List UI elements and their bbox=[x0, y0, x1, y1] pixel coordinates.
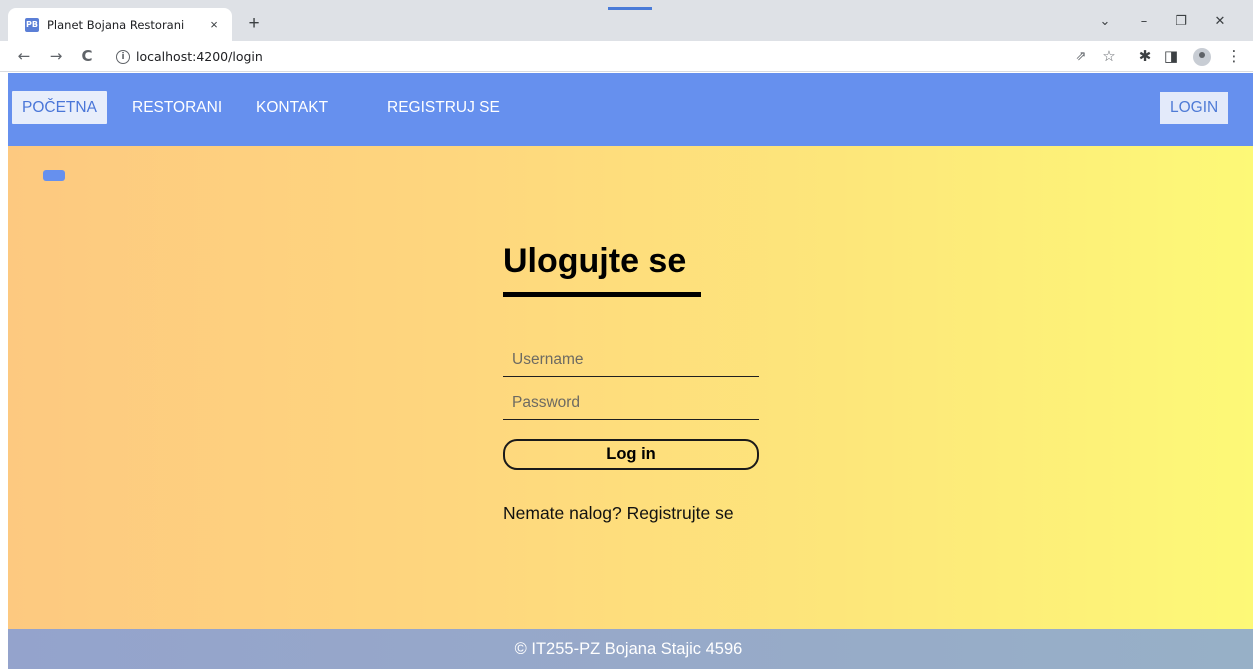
nav-kontakt[interactable]: KONTAKT bbox=[246, 91, 338, 124]
nav-registruj-se[interactable]: REGISTRUJ SE bbox=[377, 91, 510, 124]
favicon-icon: PB bbox=[25, 17, 39, 32]
tab-title: Planet Bojana Restorani bbox=[47, 17, 185, 32]
address-bar[interactable]: i localhost:4200/login bbox=[104, 44, 1104, 69]
browser-toolbar: ← → C i localhost:4200/login ⇗ ☆ ✱ ◨ ⋮ bbox=[0, 41, 1253, 72]
browser-tab-strip: PB Planet Bojana Restorani × + ⌄ – ❐ ✕ bbox=[0, 0, 1253, 41]
log-in-button[interactable]: Log in bbox=[503, 439, 759, 470]
forward-arrow-icon[interactable]: → bbox=[45, 45, 67, 67]
window-close-icon[interactable]: ✕ bbox=[1209, 11, 1231, 31]
tab-search-chevron-icon[interactable]: ⌄ bbox=[1094, 11, 1116, 31]
password-input[interactable] bbox=[503, 386, 759, 420]
register-prompt-text: Nemate nalog? bbox=[503, 503, 627, 523]
extensions-puzzle-icon[interactable]: ✱ bbox=[1134, 45, 1156, 67]
back-arrow-icon[interactable]: ← bbox=[13, 45, 35, 67]
url-text: localhost:4200/login bbox=[136, 49, 263, 64]
footer-copyright: © IT255-PZ Bojana Stajic 4596 bbox=[514, 639, 743, 658]
new-tab-icon[interactable]: + bbox=[242, 12, 266, 36]
username-input[interactable] bbox=[503, 343, 759, 377]
minimize-icon[interactable]: – bbox=[1133, 11, 1155, 31]
profile-avatar-icon[interactable] bbox=[1193, 48, 1211, 66]
nav-pocetna[interactable]: POČETNA bbox=[12, 91, 107, 124]
tab-strip-accent bbox=[608, 7, 652, 10]
restore-icon[interactable]: ❐ bbox=[1170, 11, 1192, 31]
reload-icon[interactable]: C bbox=[76, 45, 98, 67]
register-link[interactable]: Registrujte se bbox=[627, 503, 734, 523]
heading-underline bbox=[503, 292, 701, 297]
login-heading: Ulogujte se bbox=[503, 242, 687, 280]
register-prompt: Nemate nalog? Registrujte se bbox=[503, 503, 734, 524]
menu-toggle-button[interactable] bbox=[43, 170, 65, 181]
login-page-body: Ulogujte se Log in Nemate nalog? Registr… bbox=[8, 146, 1253, 629]
nav-restorani[interactable]: RESTORANI bbox=[122, 91, 232, 124]
side-panel-icon[interactable]: ◨ bbox=[1160, 45, 1182, 67]
nav-login-button[interactable]: LOGIN bbox=[1160, 92, 1229, 124]
site-info-icon[interactable]: i bbox=[116, 49, 130, 64]
share-icon[interactable]: ⇗ bbox=[1070, 45, 1092, 67]
app-navbar: POČETNA RESTORANI KONTAKT REGISTRUJ SE L… bbox=[8, 73, 1253, 146]
page-footer: © IT255-PZ Bojana Stajic 4596 bbox=[8, 629, 1253, 669]
browser-tab-active[interactable]: PB Planet Bojana Restorani × bbox=[8, 8, 232, 41]
bookmark-star-icon[interactable]: ☆ bbox=[1098, 45, 1120, 67]
tab-close-icon[interactable]: × bbox=[206, 17, 222, 33]
browser-menu-icon[interactable]: ⋮ bbox=[1223, 45, 1245, 67]
